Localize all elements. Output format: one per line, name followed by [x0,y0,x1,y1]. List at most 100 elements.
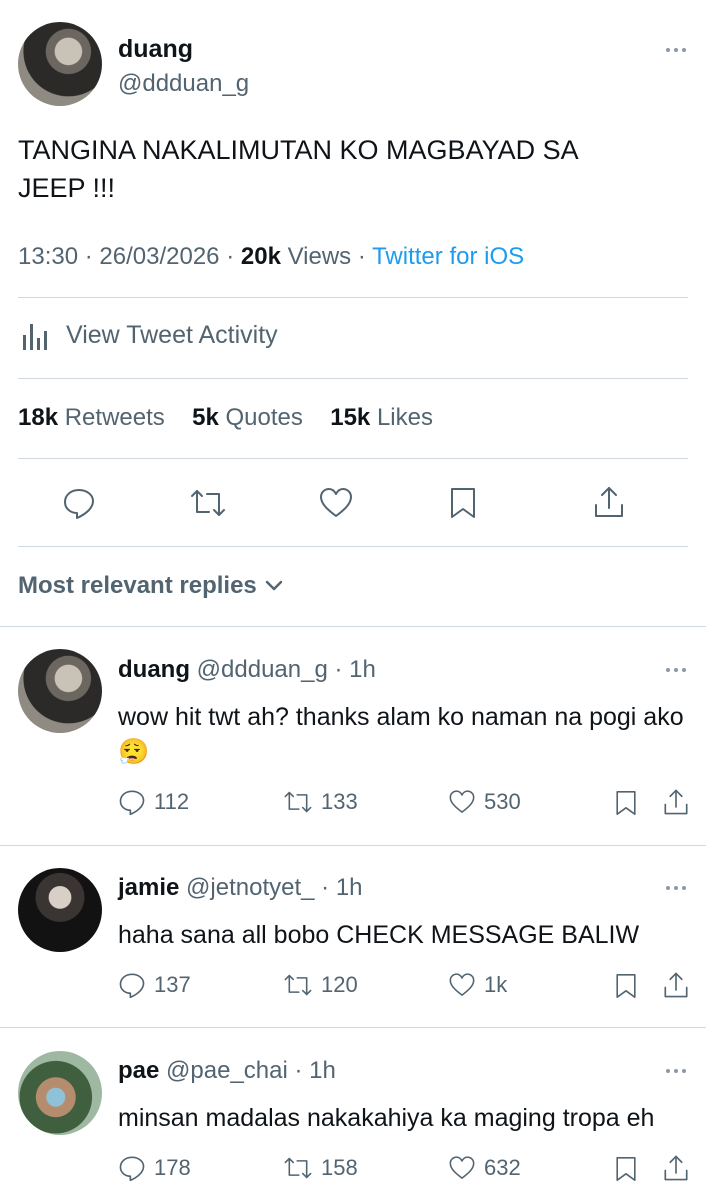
reply-author-name[interactable]: jamie [118,874,179,901]
retweet-count: 120 [321,972,358,997]
reply-count-button[interactable]: 178 [118,1154,191,1182]
reply-count: 112 [154,789,190,814]
replies-sort-dropdown[interactable]: Most relevant replies [18,572,285,600]
reply-count-button[interactable]: 137 [118,971,191,999]
reply-author-handle[interactable]: @pae_chai [166,1057,288,1084]
bookmark-icon [616,974,636,998]
divider [18,546,688,547]
tweet-time: 13:30 [18,243,79,270]
reply-time: · 1h [294,1057,336,1084]
bookmark-button[interactable] [614,972,638,1000]
bookmark-button[interactable] [614,789,638,817]
retweet-count: 133 [321,789,358,814]
heart-icon [449,790,475,813]
share-button[interactable] [662,970,690,1000]
tweet-meta: 13:30 · 26/03/2026 · 20k Views · Twitter… [18,243,524,271]
more-options-icon[interactable] [666,668,686,672]
retweet-icon [284,791,312,813]
tweet-text: TANGINA NAKALIMUTAN KO MAGBAYAD SA JEEP … [18,135,578,203]
divider [0,845,706,846]
retweet-count-button[interactable]: 120 [283,971,358,999]
retweets-label: Retweets [64,404,165,431]
divider [18,297,688,298]
meta-separator: · [226,243,235,270]
like-count-button[interactable]: 632 [448,1154,521,1182]
author-avatar[interactable] [18,22,102,106]
reply-icon [64,489,94,519]
reply-time: · 1h [334,656,376,683]
reply-count: 178 [154,1155,191,1180]
like-count: 632 [484,1155,521,1180]
author-handle[interactable]: @ddduan_g [118,70,249,98]
heart-icon [449,1156,475,1179]
quotes-count: 5k [192,404,219,431]
share-icon [595,487,623,517]
likes-label: Likes [376,404,433,431]
reply-avatar[interactable] [18,649,102,733]
meta-separator: · [84,243,93,270]
more-options-icon[interactable] [666,1069,686,1073]
bookmark-button[interactable] [614,1155,638,1183]
bookmark-icon [451,488,475,518]
share-icon [664,789,688,815]
reply-header: pae @pae_chai · 1h [118,1057,336,1085]
share-icon [664,1155,688,1181]
reply-author-name[interactable]: duang [118,656,190,683]
bookmark-button[interactable] [448,486,478,520]
likes-stat[interactable]: 15k Likes [330,404,433,431]
reply-text: haha sana all bobo CHECK MESSAGE BALIW [118,921,640,949]
reply-author-name[interactable]: pae [118,1057,159,1084]
share-icon [664,972,688,998]
reply-count: 137 [154,972,191,997]
like-count-button[interactable]: 530 [448,788,521,816]
reply-header: jamie @jetnotyet_ · 1h [118,874,363,902]
retweet-icon [191,490,225,516]
retweet-icon [284,974,312,996]
reply-author-handle[interactable]: @jetnotyet_ [186,874,314,901]
retweet-icon [284,1157,312,1179]
share-button[interactable] [592,484,626,520]
heart-icon [449,973,475,996]
views-count: 20k [240,243,281,270]
reply-icon [119,1156,145,1182]
reply-time: · 1h [321,874,363,901]
retweet-button[interactable] [189,486,227,520]
chevron-down-icon [265,580,282,591]
retweet-count-button[interactable]: 133 [283,788,358,816]
divider [0,1027,706,1028]
divider [18,458,688,459]
more-options-icon[interactable] [666,48,686,52]
engagement-stats: 18k Retweets 5k Quotes 15k Likes [18,404,433,432]
client-link[interactable]: Twitter for iOS [372,243,524,270]
reply-text: minsan madalas nakakahiya ka maging trop… [118,1104,655,1132]
analytics-icon [18,318,52,352]
divider [18,378,688,379]
reply-avatar[interactable] [18,868,102,952]
like-count: 530 [484,789,521,814]
bookmark-icon [616,1157,636,1181]
reply-icon [119,790,145,816]
replies-sort-label: Most relevant replies [18,572,257,599]
like-count: 1k [484,972,508,997]
retweets-stat[interactable]: 18k Retweets [18,404,165,431]
meta-separator: · [357,243,366,270]
reply-count-button[interactable]: 112 [118,788,189,816]
bookmark-icon [616,791,636,815]
like-button[interactable] [318,486,354,520]
reply-icon [119,973,145,999]
more-options-icon[interactable] [666,886,686,890]
like-count-button[interactable]: 1k [448,971,507,999]
retweet-count-button[interactable]: 158 [283,1154,358,1182]
retweet-count: 158 [321,1155,358,1180]
quotes-stat[interactable]: 5k Quotes [192,404,303,431]
likes-count: 15k [330,404,371,431]
view-activity-button[interactable]: View Tweet Activity [18,318,278,352]
share-button[interactable] [662,787,690,817]
reply-avatar[interactable] [18,1051,102,1135]
reply-button[interactable] [62,486,96,520]
reply-header: duang @ddduan_g · 1h [118,656,376,684]
reply-author-handle[interactable]: @ddduan_g [197,656,328,683]
share-button[interactable] [662,1153,690,1183]
tweet-date: 26/03/2026 [99,243,220,270]
author-name[interactable]: duang [118,35,193,64]
